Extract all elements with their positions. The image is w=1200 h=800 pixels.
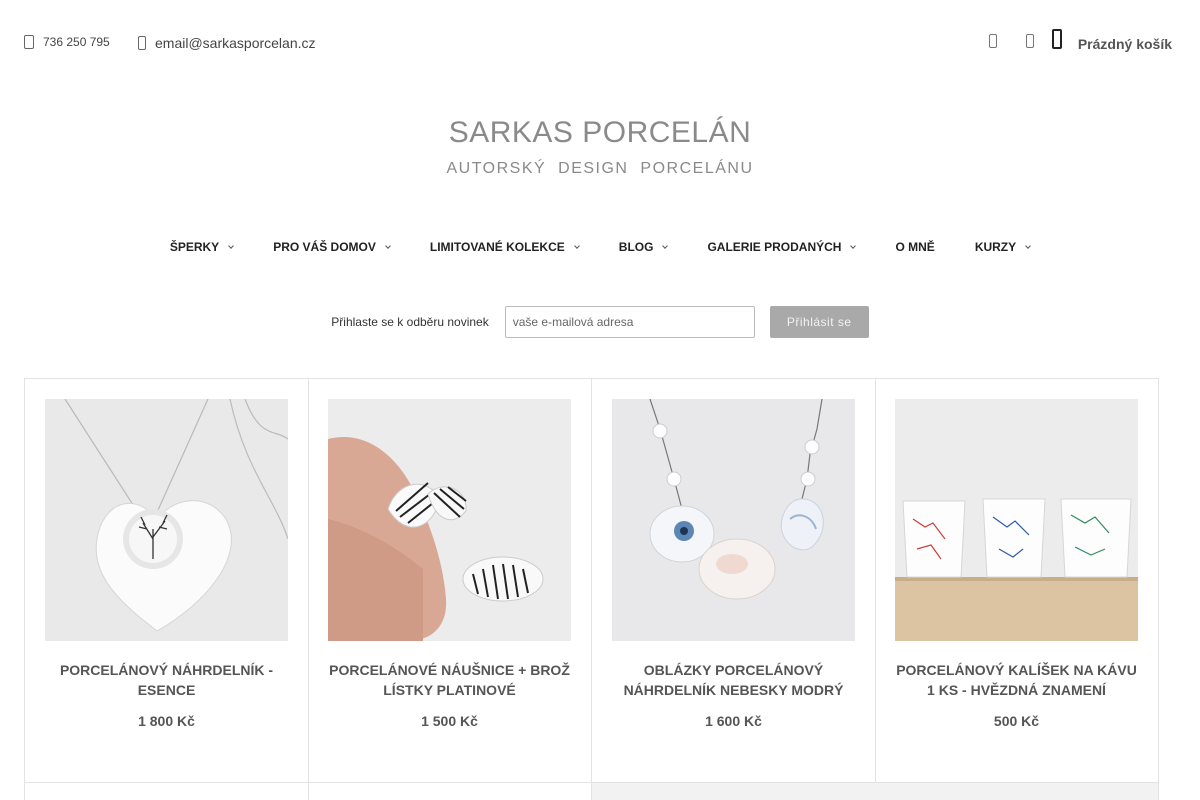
product-card[interactable]: PORCELÁNOVÝ NÁHRDELNÍK - ESENCE 1 800 Kč	[25, 379, 309, 783]
nav-label: LIMITOVANÉ KOLEKCE	[429, 240, 565, 254]
product-price: 500 Kč	[993, 713, 1040, 729]
product-image-heart-necklace[interactable]	[45, 399, 288, 641]
product-name[interactable]: OBLÁZKY PORCELÁNOVÝ NÁHRDELNÍK NEBESKY M…	[592, 660, 875, 700]
phone-contact[interactable]: 736 250 795	[24, 35, 110, 49]
top-bar: 736 250 795 email@sarkasporcelan.cz Práz…	[0, 0, 1200, 90]
chevron-down-icon	[662, 243, 669, 249]
nav-label: BLOG	[618, 240, 654, 254]
product-name[interactable]: PORCELÁNOVÉ NÁUŠNICE + BROŽ LÍSTKY PLATI…	[308, 660, 591, 700]
newsletter-label: Přihlaste se k odběru novinek	[331, 315, 489, 329]
chevron-down-icon	[385, 243, 391, 249]
nav-item-o-mne[interactable]: O MNĚ	[895, 240, 934, 254]
product-card[interactable]: PORCELÁNOVÝ KALÍŠEK NA KÁVU 1 KS - HVĚZD…	[875, 379, 1159, 783]
product-price: 1 500 Kč	[421, 713, 478, 729]
email-icon	[138, 36, 146, 50]
newsletter-submit-button[interactable]: Přihlásit se	[769, 306, 869, 338]
nav-label: GALERIE PRODANÝCH	[707, 240, 842, 254]
nav-label: ŠPERKY	[169, 240, 220, 254]
nav-label: KURZY	[974, 240, 1017, 254]
user-icon[interactable]	[988, 34, 997, 48]
product-card-row2	[308, 783, 592, 800]
product-card-row2	[25, 783, 309, 800]
product-grid: PORCELÁNOVÝ NÁHRDELNÍK - ESENCE 1 800 Kč…	[24, 378, 1159, 800]
product-image-earrings[interactable]	[328, 399, 571, 641]
header-actions: Prázdný košík	[988, 29, 1172, 52]
phone-number[interactable]: 736 250 795	[43, 35, 110, 49]
product-card[interactable]: PORCELÁNOVÉ NÁUŠNICE + BROŽ LÍSTKY PLATI…	[308, 379, 592, 783]
nav-label: PRO VÁŠ DOMOV	[273, 240, 376, 254]
email-contact[interactable]: email@sarkasporcelan.cz	[138, 35, 316, 51]
product-name[interactable]: PORCELÁNOVÝ KALÍŠEK NA KÁVU 1 KS - HVĚZD…	[875, 660, 1158, 700]
logo-subtitle: AUTORSKÝ DESIGN PORCELÁNU	[446, 160, 754, 177]
chevron-down-icon	[573, 243, 580, 249]
site-logo[interactable]: SARKAS PORCELÁN AUTORSKÝ DESIGN PORCELÁN…	[0, 112, 1200, 178]
product-price: 1 600 Kč	[705, 713, 762, 729]
product-price: 1 800 Kč	[138, 713, 195, 729]
nav-item-kurzy[interactable]: KURZY	[974, 240, 1031, 254]
nav-item-sperky[interactable]: ŠPERKY	[169, 240, 235, 254]
nav-item-limitovane-kolekce[interactable]: LIMITOVANÉ KOLEKCE	[429, 240, 580, 254]
phone-icon	[24, 35, 34, 49]
cart-status[interactable]: Prázdný košík	[1078, 36, 1172, 52]
product-image-coffee-cups[interactable]	[895, 399, 1138, 641]
chevron-down-icon	[1025, 243, 1031, 249]
nav-label: O MNĚ	[895, 240, 935, 254]
newsletter-form: Přihlaste se k odběru novinek Přihlásit …	[0, 306, 1200, 338]
nav-item-pro-vas-domov[interactable]: PRO VÁŠ DOMOV	[273, 240, 391, 254]
main-nav: ŠPERKY PRO VÁŠ DOMOV LIMITOVANÉ KOLEKCE …	[0, 240, 1200, 254]
newsletter-email-input[interactable]	[504, 306, 755, 338]
cart-icon[interactable]	[1051, 29, 1062, 49]
email-address[interactable]: email@sarkasporcelan.cz	[155, 35, 316, 51]
product-image-pebble-necklace[interactable]	[612, 399, 855, 641]
search-icon[interactable]	[1025, 34, 1034, 48]
chevron-down-icon	[850, 243, 857, 249]
nav-item-galerie-prodanych[interactable]: GALERIE PRODANÝCH	[707, 240, 857, 254]
product-name[interactable]: PORCELÁNOVÝ NÁHRDELNÍK - ESENCE	[25, 660, 308, 700]
logo-title: SARKAS PORCELÁN	[448, 116, 752, 149]
nav-item-blog[interactable]: BLOG	[618, 240, 669, 254]
product-card-row2	[592, 783, 1159, 800]
product-card[interactable]: OBLÁZKY PORCELÁNOVÝ NÁHRDELNÍK NEBESKY M…	[592, 379, 876, 783]
chevron-down-icon	[228, 243, 235, 249]
